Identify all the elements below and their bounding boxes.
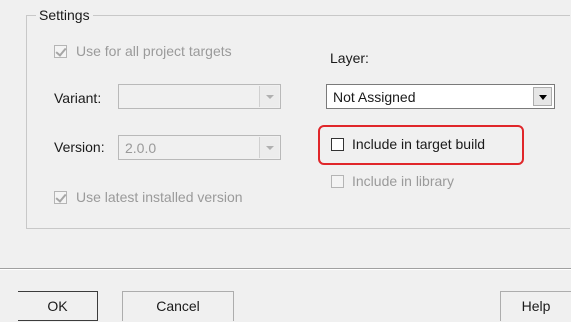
- layer-combobox[interactable]: Not Assigned: [326, 84, 555, 109]
- highlight-box: [318, 125, 524, 165]
- layer-label: Layer:: [330, 50, 369, 66]
- use-latest-installed-checkbox[interactable]: [54, 191, 67, 204]
- layer-value: Not Assigned: [333, 89, 416, 105]
- include-in-library-label: Include in library: [352, 173, 454, 189]
- help-button[interactable]: Help: [500, 291, 571, 321]
- cancel-button-label: Cancel: [156, 298, 200, 314]
- variant-combobox[interactable]: [118, 84, 281, 109]
- version-dropdown-arrow-icon[interactable]: [259, 137, 279, 158]
- version-label: Version:: [54, 139, 105, 155]
- ok-button[interactable]: OK: [18, 291, 98, 321]
- use-for-all-targets-checkbox[interactable]: [54, 45, 67, 58]
- ok-button-label: OK: [47, 298, 68, 314]
- layer-dropdown-arrow-icon[interactable]: [533, 87, 552, 106]
- include-in-library-checkbox[interactable]: [331, 175, 344, 188]
- settings-group-label: Settings: [36, 6, 93, 24]
- version-combobox[interactable]: 2.0.0: [118, 135, 281, 160]
- version-value: 2.0.0: [125, 140, 157, 156]
- help-button-label: Help: [521, 298, 551, 314]
- dialog-separator-highlight: [0, 269, 571, 270]
- cancel-button[interactable]: Cancel: [122, 291, 234, 321]
- use-latest-installed-label: Use latest installed version: [76, 189, 243, 205]
- use-for-all-targets-label: Use for all project targets: [76, 43, 232, 59]
- variant-label: Variant:: [54, 90, 102, 106]
- variant-dropdown-arrow-icon[interactable]: [259, 86, 279, 107]
